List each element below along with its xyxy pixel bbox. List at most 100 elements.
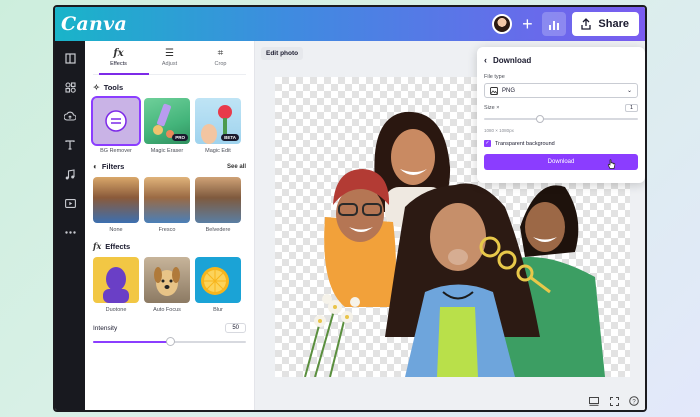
size-input[interactable]: 1 [624, 104, 638, 112]
text-icon[interactable] [63, 138, 77, 152]
chevron-down-icon: ⌄ [626, 88, 632, 94]
effect-thumb [93, 257, 139, 303]
tab-adjust-label: Adjust [161, 60, 178, 67]
bg-remover-icon [105, 110, 127, 132]
download-button-label: Download [547, 159, 575, 165]
output-dimensions: 1080 × 1080px [484, 128, 514, 133]
tab-crop[interactable]: ⌗ Crop [196, 47, 246, 67]
transparent-background-checkbox[interactable]: ✓ [484, 140, 491, 147]
active-tab-indicator [99, 73, 149, 75]
filters-list: None Fresco Belvedere [93, 177, 246, 233]
adjust-sliders-icon: ☰ [165, 47, 174, 59]
effect-duotone[interactable]: Duotone [93, 257, 139, 313]
effect-blur[interactable]: Blur [195, 257, 241, 313]
panel-tabs: fx Effects ☰ Adjust ⌗ Crop [93, 41, 246, 75]
intensity-value-input[interactable]: 50 [225, 323, 246, 333]
crop-icon: ⌗ [217, 47, 224, 59]
effect-thumb [195, 257, 241, 303]
filters-section-title: ◐ Filters See all [93, 162, 246, 171]
elements-icon[interactable] [63, 80, 77, 94]
filter-fresco[interactable]: Fresco [144, 177, 190, 233]
filter-thumb [195, 177, 241, 223]
design-icon[interactable] [63, 51, 77, 65]
tab-effects-label: Effects [110, 60, 127, 67]
transparent-background-option[interactable]: ✓ Transparent background [484, 140, 638, 147]
image-file-icon [490, 86, 498, 95]
tools-list: BG Remover PRO Magic Eraser BETA Magic E… [91, 96, 246, 154]
filter-label: None [109, 227, 123, 233]
sparkle-icon: ✧ [93, 83, 100, 92]
download-dialog: ‹ Download File type PNG ⌄ Size × 1 1080… [477, 47, 645, 183]
bg-remover-thumb [91, 96, 141, 146]
see-all-filters-link[interactable]: See all [227, 164, 246, 170]
slider-handle[interactable] [536, 115, 545, 123]
effects-list: Duotone Auto Focus Blur [93, 257, 246, 313]
filter-thumb [144, 177, 190, 223]
tool-magic-eraser[interactable]: PRO Magic Eraser [144, 98, 190, 154]
download-title: Download [493, 55, 532, 65]
duotone-art [103, 267, 129, 303]
fullscreen-icon[interactable] [609, 396, 619, 406]
slider-handle[interactable] [165, 337, 175, 346]
filters-icon: ◐ [93, 162, 98, 171]
filter-label: Fresco [158, 227, 176, 233]
more-icon[interactable] [63, 225, 77, 239]
upload-cloud-icon[interactable] [63, 109, 77, 123]
tools-title: Tools [103, 83, 124, 92]
file-type-select[interactable]: PNG ⌄ [484, 83, 638, 98]
intensity-row: Intensity 50 [93, 323, 246, 333]
hand-cursor-icon [607, 159, 616, 169]
intensity-slider[interactable] [93, 337, 246, 347]
size-row: Size × 1 [484, 104, 638, 112]
size-label: Size × [484, 105, 500, 111]
tab-adjust[interactable]: ☰ Adjust [145, 47, 195, 67]
orange-art [201, 267, 229, 295]
filter-belvedere[interactable]: Belvedere [195, 177, 241, 233]
tool-label: Magic Edit [205, 148, 231, 154]
filter-thumb [93, 177, 139, 223]
slider-fill [93, 341, 170, 343]
filters-title: Filters [101, 162, 125, 171]
avatar[interactable] [492, 14, 513, 34]
upload-icon [581, 18, 592, 30]
edit-photo-button[interactable]: Edit photo [261, 47, 304, 60]
filter-none[interactable]: None [93, 177, 139, 233]
effect-thumb [144, 257, 190, 303]
magic-edit-thumb: BETA [195, 98, 241, 144]
add-collaborator-icon[interactable]: + [518, 15, 536, 33]
back-chevron-icon[interactable]: ‹ [484, 55, 487, 65]
transparent-background-label: Transparent background [495, 140, 555, 147]
effects-title: Effects [105, 241, 131, 251]
video-icon[interactable] [63, 196, 77, 210]
slider-track [484, 118, 638, 120]
beta-badge: BETA [221, 134, 239, 141]
canva-logo[interactable]: Canva [61, 13, 127, 35]
download-header: ‹ Download [484, 55, 638, 65]
tool-bg-remover[interactable]: BG Remover [91, 96, 141, 154]
tab-effects[interactable]: fx Effects [94, 47, 144, 67]
effect-label: Duotone [105, 307, 127, 313]
file-type-value: PNG [502, 87, 516, 94]
top-bar-actions: + Share [492, 12, 639, 36]
fx-icon: fx [93, 241, 102, 251]
tool-label: BG Remover [100, 148, 132, 154]
tab-crop-label: Crop [214, 60, 227, 67]
edit-photo-panel: fx Effects ☰ Adjust ⌗ Crop ✧ Tools BG Re… [85, 41, 255, 410]
fx-icon: fx [113, 47, 124, 59]
tool-magic-edit[interactable]: BETA Magic Edit [195, 98, 241, 154]
audio-icon[interactable] [63, 167, 77, 181]
filter-label: Belvedere [205, 227, 231, 233]
pages-icon[interactable] [589, 396, 599, 406]
share-button[interactable]: Share [572, 12, 639, 36]
side-rail [55, 41, 85, 410]
download-button[interactable]: Download [484, 154, 638, 170]
effect-auto-focus[interactable]: Auto Focus [144, 257, 190, 313]
effect-label: Blur [213, 307, 223, 313]
help-icon[interactable]: ? [629, 396, 639, 406]
bottom-toolbar: ? [589, 396, 639, 406]
size-slider[interactable] [484, 114, 638, 124]
insights-icon[interactable] [542, 12, 567, 36]
magic-eraser-thumb: PRO [144, 98, 190, 144]
canva-editor-window: Canva + Share fx Effects ☰ Adjust ⌗ Crop… [53, 5, 647, 412]
effects-section-title: fx Effects [93, 241, 246, 251]
